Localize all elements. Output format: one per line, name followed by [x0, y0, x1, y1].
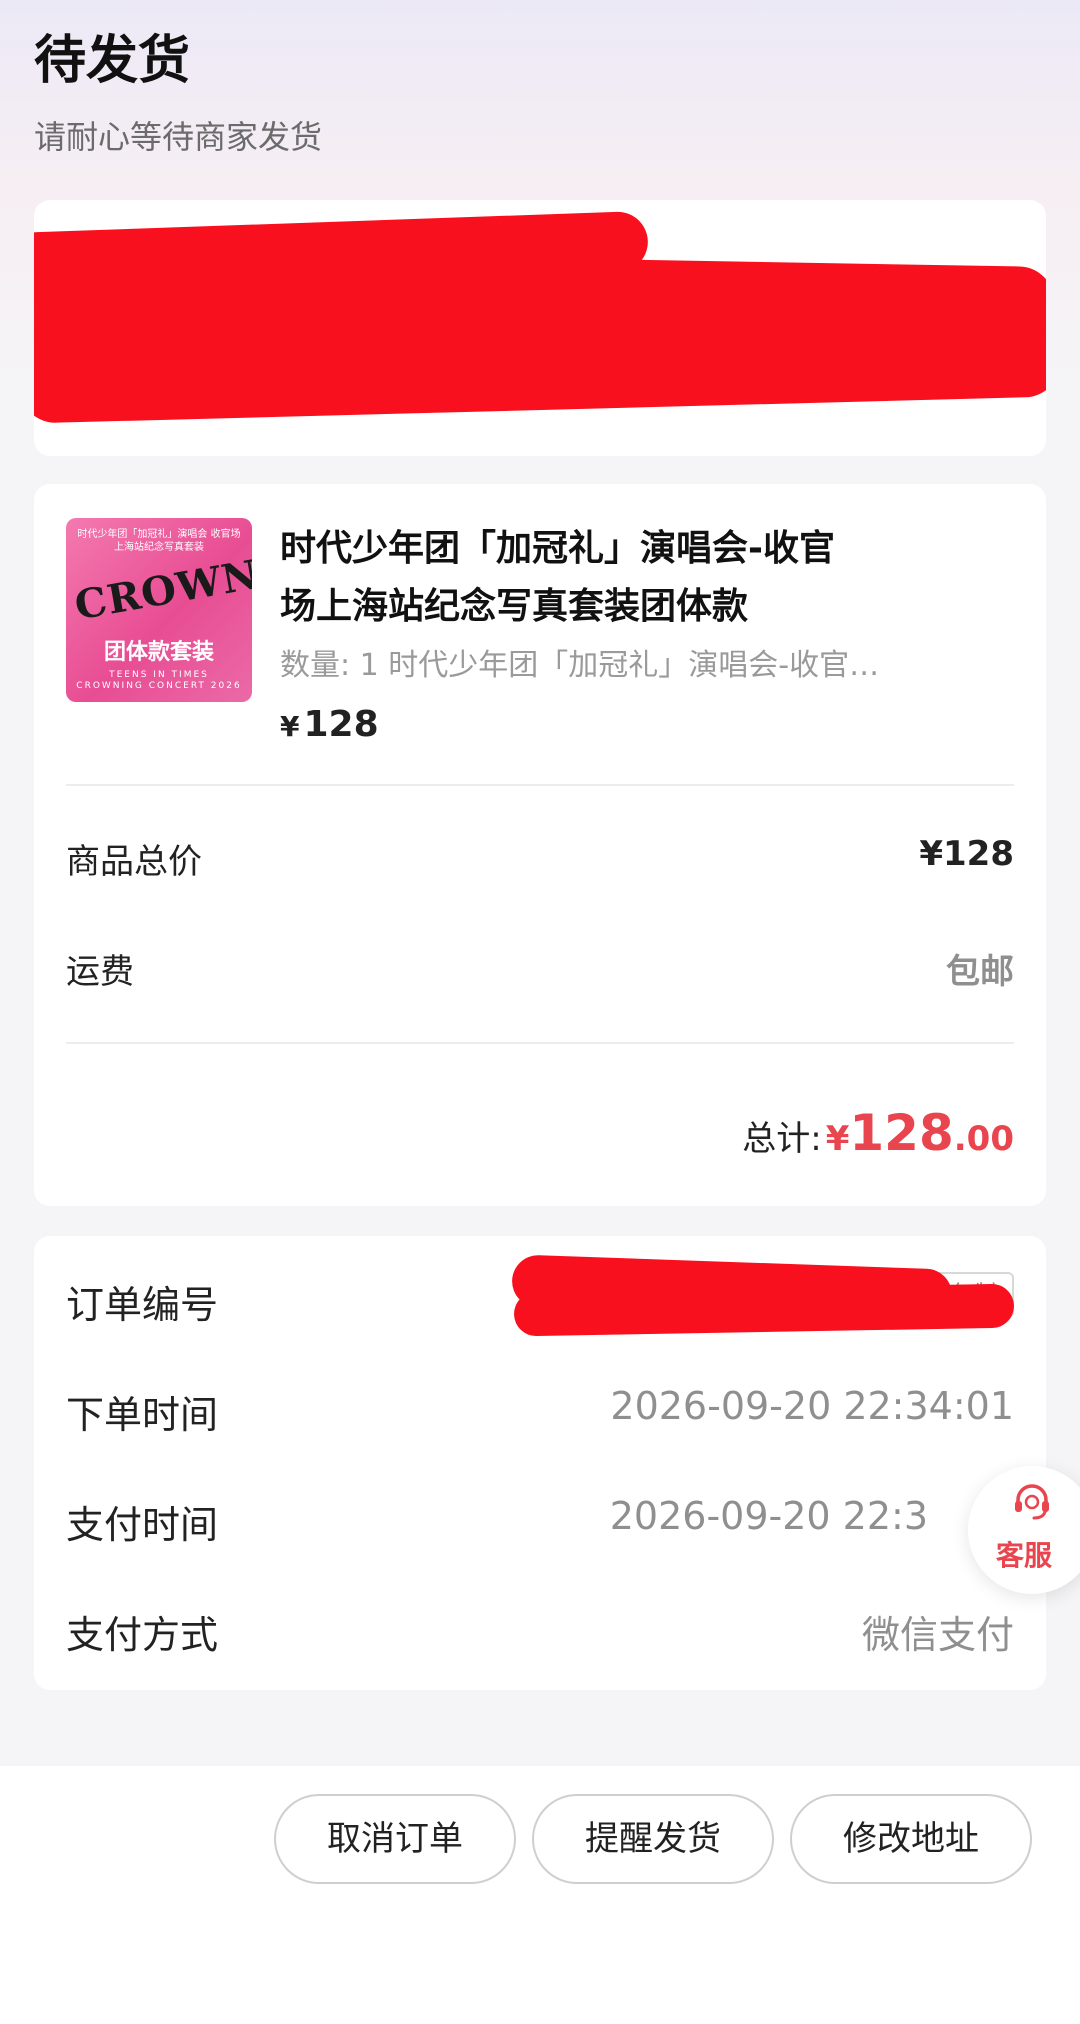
order-time-value: 2026-09-20 22:34:01 — [610, 1384, 1014, 1428]
shipping-value: 包邮 — [946, 952, 1014, 992]
goods-card: 时代少年团「加冠礼」演唱会 收官场 上海站纪念写真套装 CROWNING 团体款… — [34, 484, 1046, 1206]
product-image-footer: TEENS IN TIMES CROWNING CONCERT 2026 — [76, 670, 242, 691]
order-time-label: 下单时间 — [66, 1393, 219, 1437]
cancel-order-button[interactable]: 取消订单 — [274, 1794, 516, 1884]
product-spec: 数量: 1 时代少年团「加冠礼」演唱会-收官… — [280, 648, 880, 683]
payment-time-label: 支付时间 — [66, 1503, 219, 1547]
total-currency-symbol: ¥ — [825, 1119, 850, 1159]
order-status-subtitle: 请耐心等待商家发货 — [34, 118, 323, 156]
order-number-label: 订单编号 — [66, 1283, 219, 1327]
address-card[interactable]: 广 — [34, 200, 1046, 456]
payment-time-value: 2026-09-20 22:3 — [609, 1494, 928, 1538]
shipping-label: 运费 — [66, 952, 134, 992]
currency-symbol: ¥ — [280, 710, 300, 743]
product-title[interactable]: 时代少年团「加冠礼」演唱会-收官场上海站纪念写真套装团体款 — [280, 520, 840, 636]
order-info-card: 订单编号 复制 下单时间 2026-09-20 22:34:01 支付时间 20… — [34, 1236, 1046, 1690]
payment-method-value: 微信支付 — [861, 1613, 1014, 1657]
order-total: 总计: ¥128.00 — [742, 1104, 1014, 1162]
remind-shipping-button[interactable]: 提醒发货 — [532, 1794, 774, 1884]
divider — [66, 784, 1014, 786]
redaction-mark — [513, 1283, 1015, 1337]
payment-method-label: 支付方式 — [66, 1613, 219, 1657]
product-price-value: 128 — [303, 704, 379, 745]
redaction-mark — [814, 310, 1046, 370]
modify-address-button[interactable]: 修改地址 — [790, 1794, 1032, 1884]
product-image-logo: CROWNING — [71, 534, 252, 630]
order-status-title: 待发货 — [34, 31, 191, 91]
customer-service-label: 客服 — [995, 1539, 1052, 1572]
goods-total-label: 商品总价 — [66, 842, 202, 882]
product-image-caption: 时代少年团「加冠礼」演唱会 收官场 上海站纪念写真套装 — [77, 529, 241, 553]
goods-total-value: ¥128 — [919, 834, 1014, 874]
total-label: 总计: — [742, 1119, 822, 1159]
product-image[interactable]: 时代少年团「加冠礼」演唱会 收官场 上海站纪念写真套装 CROWNING 团体款… — [66, 518, 252, 702]
headset-icon — [1015, 1484, 1049, 1520]
bottom-action-bar: 取消订单 提醒发货 修改地址 — [0, 1766, 1080, 2024]
product-image-subtitle: 团体款套装 — [103, 640, 214, 665]
total-integer: 128 — [849, 1104, 954, 1162]
total-decimal: .00 — [953, 1119, 1014, 1159]
product-price: ¥128 — [280, 704, 379, 745]
divider — [66, 1042, 1014, 1044]
